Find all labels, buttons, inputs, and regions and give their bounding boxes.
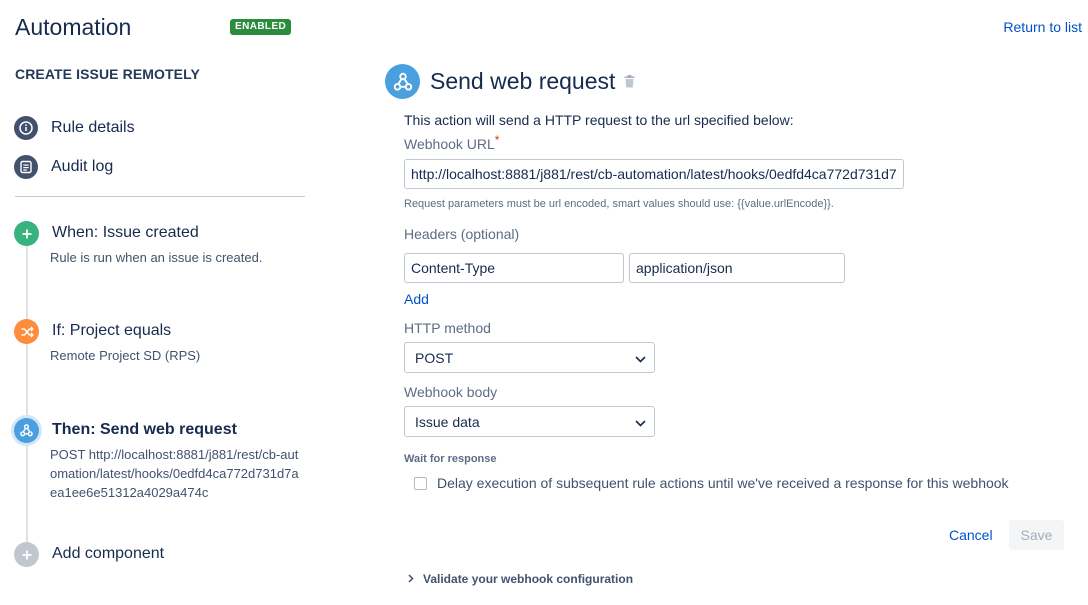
sidebar-item-label: Audit log [51,158,114,175]
save-button[interactable]: Save [1009,520,1064,550]
header-key-input[interactable] [404,253,624,283]
webhook-body-value: Issue data [415,413,480,430]
http-method-label: HTTP method [404,320,491,336]
info-icon [14,116,38,140]
add-header-link[interactable]: Add [404,291,429,307]
chevron-right-icon [408,572,414,586]
add-component-button[interactable]: Add component [14,542,314,570]
plus-icon [14,542,39,567]
list-icon [14,155,38,179]
header-value-input[interactable] [629,253,845,283]
page-title: Send web request [430,68,616,94]
rule-name: CREATE ISSUE REMOTELY [15,66,200,82]
webhook-url-help: Request parameters must be url encoded, … [404,198,834,210]
step-description: POST http://localhost:8881/j881/rest/cb-… [50,447,299,500]
sidebar-item-rule-details[interactable]: Rule details [14,116,135,140]
step-title: Add component [52,545,165,562]
webhook-icon [385,64,420,99]
step-description: Rule is run when an issue is created. [50,250,263,265]
rule-step-trigger[interactable]: When: Issue created Rule is run when an … [14,221,314,271]
trash-icon[interactable] [624,75,635,93]
http-method-select[interactable]: POST [404,342,655,373]
webhook-body-select[interactable]: Issue data [404,406,655,437]
step-title: Then: Send web request [52,421,237,438]
chevron-down-icon [635,350,646,366]
status-badge: ENABLED [230,19,292,35]
action-description: This action will send a HTTP request to … [404,112,794,128]
sidebar-divider [15,196,305,197]
shuffle-icon [14,319,39,344]
http-method-value: POST [415,349,454,366]
webhook-url-input[interactable] [404,159,904,189]
cancel-button[interactable]: Cancel [940,520,1002,550]
webhook-body-label: Webhook body [404,384,498,400]
validate-webhook-label: Validate your webhook configuration [423,572,634,586]
wait-for-response-checkbox[interactable] [414,477,427,490]
rule-step-action[interactable]: Then: Send web request POST http://local… [14,418,314,508]
wait-for-response-label[interactable]: Delay execution of subsequent rule actio… [437,475,1009,491]
chevron-down-icon [635,414,646,430]
sidebar-item-label: Rule details [51,119,135,136]
headers-label: Headers (optional) [404,226,520,242]
rule-step-condition[interactable]: If: Project equals Remote Project SD (RP… [14,319,314,369]
step-description: Remote Project SD (RPS) [50,348,201,363]
webhook-url-label: Webhook URL* [404,133,500,152]
webhook-icon [14,418,39,443]
step-title: When: Issue created [52,224,199,241]
wait-for-response-heading: Wait for response [404,453,497,465]
validate-webhook-toggle[interactable]: Validate your webhook configuration [408,572,633,586]
return-to-list-link[interactable]: Return to list [1003,19,1082,35]
step-title: If: Project equals [52,322,172,339]
required-marker: * [494,133,500,147]
app-title: Automation [15,14,132,40]
sidebar-item-audit-log[interactable]: Audit log [14,155,113,179]
plus-icon [14,221,39,246]
